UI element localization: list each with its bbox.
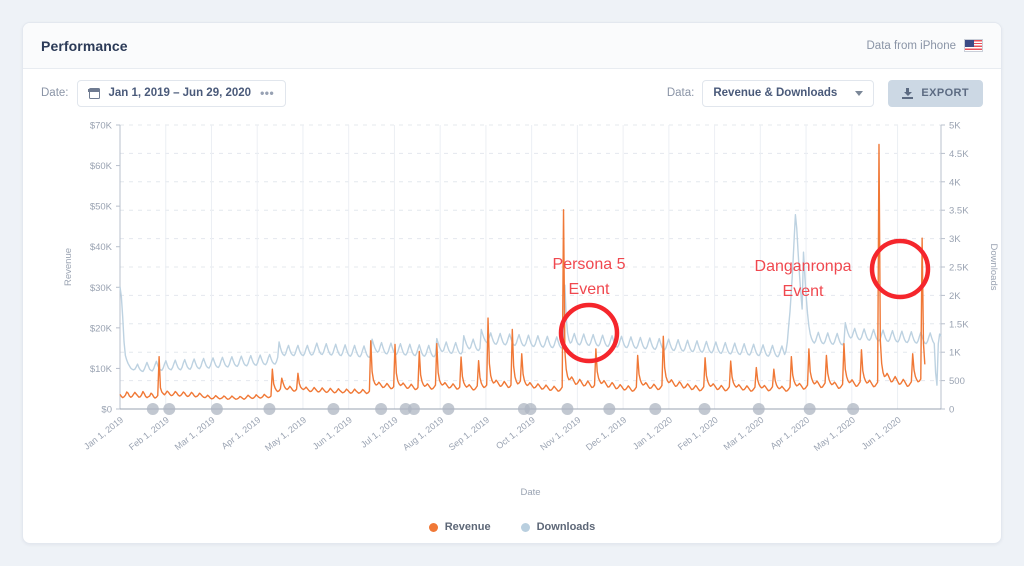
event-marker[interactable]	[649, 403, 662, 415]
data-select-value: Revenue & Downloads	[713, 87, 838, 99]
y-axis-tick-label: $30K	[90, 283, 113, 294]
legend-label-downloads: Downloads	[536, 521, 596, 533]
x-axis-tick-label: Oct 1, 2019	[494, 415, 537, 452]
y-axis-tick-label: $60K	[90, 161, 113, 172]
event-marker[interactable]	[698, 403, 711, 415]
y-axis-title: Revenue	[63, 248, 74, 286]
x-axis-title: Date	[520, 487, 540, 498]
event-marker[interactable]	[263, 403, 276, 415]
ellipsis-icon[interactable]: •••	[260, 87, 274, 99]
toolbar-left: Date: Jan 1, 2019 – Jun 29, 2020 •••	[41, 79, 287, 107]
x-axis-tick-label: Feb 1, 2019	[127, 415, 171, 452]
x-axis-tick-label: May 1, 2019	[263, 415, 308, 453]
event-marker[interactable]	[561, 403, 574, 415]
us-flag-icon	[964, 39, 983, 52]
event-marker[interactable]	[603, 403, 616, 415]
export-button-label: EXPORT	[921, 87, 969, 99]
y2-axis-tick-label: 500	[949, 376, 965, 387]
page-title: Performance	[41, 37, 128, 54]
y2-axis-tick-label: 3K	[949, 234, 961, 245]
x-axis-tick-label: Jan 1, 2019	[82, 415, 125, 452]
x-axis-tick-label: Jul 1, 2019	[359, 415, 400, 450]
date-range-value: Jan 1, 2019 – Jun 29, 2020	[108, 87, 252, 99]
y-axis-tick-label: $10K	[90, 364, 113, 375]
event-marker[interactable]	[524, 403, 537, 415]
x-axis-tick-label: Feb 1, 2020	[676, 415, 720, 452]
event-marker[interactable]	[146, 403, 159, 415]
x-axis-tick-label: Dec 1, 2019	[584, 415, 628, 453]
x-axis-tick-label: Jun 1, 2020	[860, 415, 903, 452]
x-axis-tick-label: Mar 1, 2019	[173, 415, 217, 452]
y2-axis-tick-label: 4.5K	[949, 149, 969, 160]
event-marker[interactable]	[847, 403, 860, 415]
x-axis-tick-label: Jun 1, 2019	[311, 415, 354, 452]
annotation-label-line2: Event	[569, 281, 610, 298]
y2-axis-tick-label: 4K	[949, 177, 961, 188]
toolbar-right: Data: Revenue & Downloads EXPORT	[666, 79, 983, 107]
x-axis-tick-label: Apr 1, 2019	[220, 415, 263, 452]
event-marker[interactable]	[327, 403, 340, 415]
y-axis-tick-label: $50K	[90, 202, 113, 213]
y2-axis-tick-label: 2.5K	[949, 263, 969, 274]
x-axis-tick-label: Jan 1, 2020	[631, 415, 674, 452]
data-field-label: Data:	[666, 87, 695, 99]
chart-legend: Revenue Downloads	[23, 507, 1001, 543]
event-marker[interactable]	[375, 403, 388, 415]
event-marker[interactable]	[442, 403, 455, 415]
legend-item-downloads[interactable]: Downloads	[520, 521, 596, 533]
x-axis-tick-label: Sep 1, 2019	[447, 415, 491, 453]
event-marker[interactable]	[407, 403, 420, 415]
chart-toolbar: Date: Jan 1, 2019 – Jun 29, 2020 ••• Dat…	[23, 69, 1001, 117]
y-axis-tick-label: $0	[101, 405, 112, 416]
y2-axis-tick-label: 0	[949, 405, 954, 416]
legend-swatch-downloads	[520, 522, 530, 532]
header-right: Data from iPhone	[866, 39, 983, 52]
data-select[interactable]: Revenue & Downloads	[702, 79, 875, 107]
legend-label-revenue: Revenue	[444, 521, 491, 533]
date-range-picker[interactable]: Jan 1, 2019 – Jun 29, 2020 •••	[76, 79, 287, 107]
y-axis-tick-label: $20K	[90, 323, 113, 334]
legend-item-revenue[interactable]: Revenue	[428, 521, 491, 533]
event-marker[interactable]	[210, 403, 223, 415]
x-axis-tick-label: Mar 1, 2020	[722, 415, 766, 452]
y-axis-tick-label: $70K	[90, 121, 113, 132]
y2-axis-tick-label: 2K	[949, 291, 961, 302]
export-button[interactable]: EXPORT	[888, 79, 983, 107]
calendar-icon	[87, 87, 101, 99]
event-marker[interactable]	[803, 403, 816, 415]
y2-axis-title: Downloads	[988, 244, 999, 291]
app-root: Performance Data from iPhone Date: Jan 1…	[0, 0, 1024, 566]
annotation-label-line2: Event	[783, 283, 824, 300]
x-axis-tick-label: May 1, 2020	[812, 415, 857, 453]
performance-chart[interactable]: $0 $10K $20K $30K $40K $50K $60K $70K 0 500 1K 1.5K…	[23, 117, 1001, 507]
y2-axis-tick-label: 1K	[949, 348, 961, 359]
event-marker[interactable]	[163, 403, 176, 415]
legend-swatch-revenue	[428, 522, 438, 532]
chevron-down-icon	[855, 90, 864, 96]
card-header: Performance Data from iPhone	[23, 23, 1001, 69]
y2-axis-tick-label: 1.5K	[949, 319, 969, 330]
date-field-label: Date:	[41, 87, 69, 99]
event-marker[interactable]	[752, 403, 765, 415]
y2-axis-tick-label: 3.5K	[949, 206, 969, 217]
chart-area: $0 $10K $20K $30K $40K $50K $60K $70K 0 500 1K 1.5K…	[23, 117, 1001, 507]
y2-axis-tick-label: 5K	[949, 121, 961, 132]
x-axis-tick-label: Apr 1, 2020	[768, 415, 811, 452]
performance-card: Performance Data from iPhone Date: Jan 1…	[22, 22, 1002, 544]
y-axis-tick-label: $40K	[90, 242, 113, 253]
data-source-label: Data from iPhone	[866, 39, 957, 52]
x-axis-tick-label: Nov 1, 2019	[538, 415, 582, 453]
annotation-label-line1: Danganronpa	[755, 258, 852, 275]
x-axis-tick-label: Aug 1, 2019	[401, 415, 445, 453]
download-icon	[902, 87, 914, 99]
annotation-label-line1: Persona 5	[553, 256, 626, 273]
